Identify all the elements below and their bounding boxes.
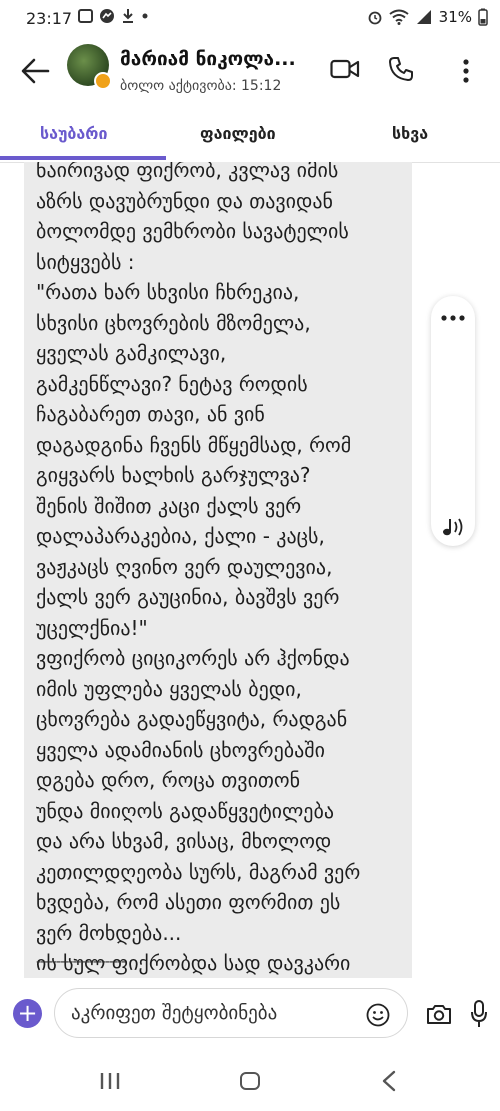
camera-icon[interactable] <box>426 1003 452 1025</box>
messenger-icon <box>100 9 114 23</box>
status-time: 23:17 <box>26 9 73 28</box>
message-actions-panel <box>431 296 475 546</box>
status-bar: 23:17 31% <box>0 0 500 36</box>
home-icon[interactable] <box>240 1072 260 1090</box>
message-divider: ---------------------- <box>36 954 126 970</box>
recent-apps-icon[interactable] <box>99 1072 121 1090</box>
tab-other[interactable]: სხვა <box>392 124 428 143</box>
read-aloud-icon[interactable] <box>441 516 467 538</box>
more-options-icon[interactable] <box>456 58 476 84</box>
alarm-icon <box>368 11 382 25</box>
microphone-icon[interactable] <box>470 1000 488 1028</box>
emoji-icon[interactable] <box>366 1003 390 1027</box>
download-icon <box>123 9 133 23</box>
phone-call-icon[interactable] <box>388 56 414 82</box>
battery-icon <box>478 8 488 26</box>
status-badge <box>94 72 112 90</box>
more-actions-icon[interactable] <box>440 314 466 322</box>
chat-header: მარიამ ნიკოლა... ბოლო აქტივობა: 15:12 <box>0 38 500 104</box>
video-call-icon[interactable] <box>330 58 360 80</box>
contact-name[interactable]: მარიამ ნიკოლა... <box>120 48 296 70</box>
nav-back-icon[interactable] <box>380 1070 398 1092</box>
notification-icons <box>78 8 149 24</box>
wifi-icon <box>389 9 409 25</box>
system-nav-bar <box>0 1062 500 1111</box>
add-attachment-button[interactable]: + <box>13 999 42 1028</box>
tab-files[interactable]: ფაილები <box>200 124 276 143</box>
back-arrow-icon[interactable] <box>18 54 52 88</box>
message-input[interactable]: აკრიფეთ შეტყობინება <box>54 988 408 1038</box>
photo-icon <box>78 9 93 23</box>
battery-percent: 31% <box>438 8 472 26</box>
signal-icon <box>416 10 431 24</box>
active-tab-indicator <box>0 156 166 160</box>
dot-icon <box>142 13 148 19</box>
system-icons: 31% <box>367 8 488 26</box>
last-active-text: ბოლო აქტივობა: 15:12 <box>120 78 282 94</box>
message-input-placeholder: აკრიფეთ შეტყობინება <box>71 1002 278 1024</box>
message-text: ნაირივად ფიქრობ, კვლავ იმის აზრს დავუბრუ… <box>36 162 361 975</box>
message-bubble[interactable]: ნაირივად ფიქრობ, კვლავ იმის აზრს დავუბრუ… <box>24 162 412 978</box>
tab-conversation[interactable]: საუბარი <box>40 124 107 143</box>
